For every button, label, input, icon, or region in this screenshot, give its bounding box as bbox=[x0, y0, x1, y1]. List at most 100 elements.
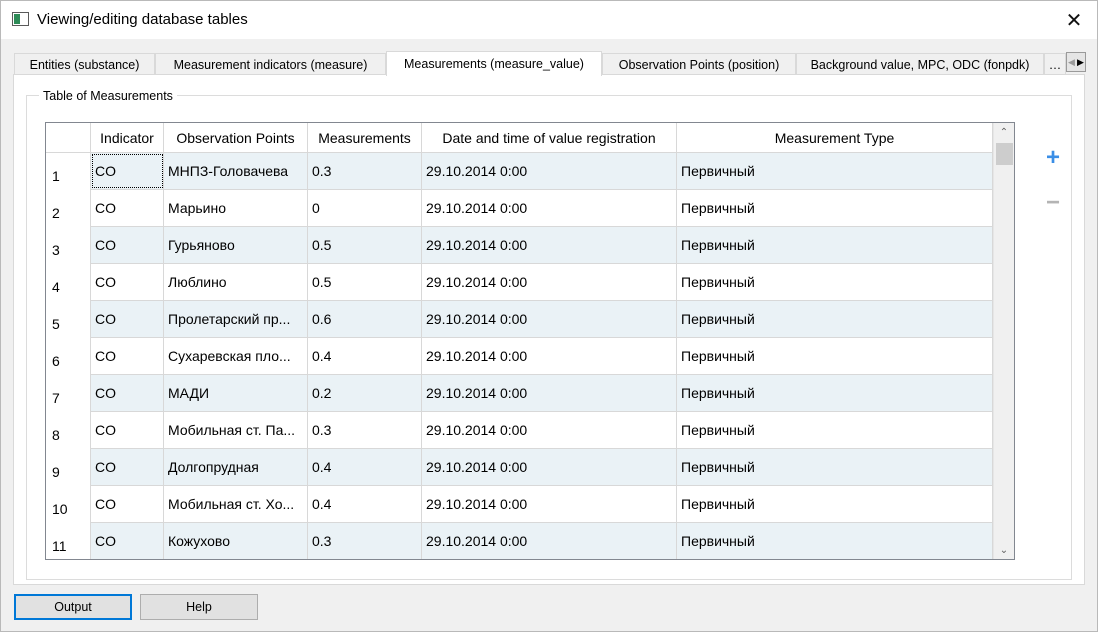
row-number[interactable]: 11 bbox=[46, 523, 91, 559]
cell-measurement-type[interactable]: Первичный bbox=[677, 412, 993, 448]
row-number[interactable]: 8 bbox=[46, 412, 91, 449]
cell-measurement-type[interactable]: Первичный bbox=[677, 190, 993, 226]
cell-measurement-type[interactable]: Первичный bbox=[677, 153, 993, 189]
cell-measurement[interactable]: 0.3 bbox=[308, 153, 422, 189]
cell-observation-point[interactable]: Марьино bbox=[164, 190, 308, 226]
cell-measurement-type[interactable]: Первичный bbox=[677, 375, 993, 411]
column-header-indicator[interactable]: Indicator bbox=[91, 123, 164, 153]
cell-measurement[interactable]: 0.3 bbox=[308, 523, 422, 559]
row-number[interactable]: 10 bbox=[46, 486, 91, 523]
cell-datetime[interactable]: 29.10.2014 0:00 bbox=[422, 523, 677, 559]
cell-observation-point[interactable]: Мобильная ст. Хо... bbox=[164, 486, 308, 522]
cell-indicator[interactable]: CO bbox=[91, 449, 164, 485]
cell-measurement-type[interactable]: Первичный bbox=[677, 523, 993, 559]
help-button[interactable]: Help bbox=[140, 594, 258, 620]
scroll-up-icon[interactable]: ⌃ bbox=[994, 123, 1014, 141]
cell-observation-point[interactable]: Долгопрудная bbox=[164, 449, 308, 485]
table-vertical-scrollbar[interactable]: ⌃ ⌄ bbox=[993, 123, 1014, 559]
table-row[interactable]: 10 CO Мобильная ст. Хо... 0.4 29.10.2014 0:0… bbox=[46, 486, 993, 523]
close-button[interactable]: ✕ bbox=[1051, 1, 1097, 39]
table-row[interactable]: 4 CO Люблино 0.5 29.10.2014 0:00 Первичный bbox=[46, 264, 993, 301]
cell-measurement[interactable]: 0.6 bbox=[308, 301, 422, 337]
cell-measurement[interactable]: 0.3 bbox=[308, 412, 422, 448]
cell-observation-point[interactable]: МНПЗ-Головачева bbox=[164, 153, 308, 189]
cell-observation-point[interactable]: МАДИ bbox=[164, 375, 308, 411]
cell-observation-point[interactable]: Кожухово bbox=[164, 523, 308, 559]
table-row[interactable]: 6 CO Сухаревская пло... 0.4 29.10.2014 0:00 П… bbox=[46, 338, 993, 375]
cell-measurement[interactable]: 0.2 bbox=[308, 375, 422, 411]
table-row[interactable]: 9 CO Долгопрудная 0.4 29.10.2014 0:00 Первичн… bbox=[46, 449, 993, 486]
cell-measurement[interactable]: 0 bbox=[308, 190, 422, 226]
table-row[interactable]: 11 CO Кожухово 0.3 29.10.2014 0:00 Первичный bbox=[46, 523, 993, 559]
cell-datetime[interactable]: 29.10.2014 0:00 bbox=[422, 190, 677, 226]
cell-indicator[interactable]: CO bbox=[91, 375, 164, 411]
add-row-button[interactable]: + bbox=[1041, 144, 1065, 171]
row-number[interactable]: 4 bbox=[46, 264, 91, 301]
table-row[interactable]: 8 CO Мобильная ст. Па... 0.3 29.10.2014 0:00… bbox=[46, 412, 993, 449]
tab-overflow[interactable]: … bbox=[1044, 53, 1066, 75]
cell-observation-point[interactable]: Сухаревская пло... bbox=[164, 338, 308, 374]
cell-measurement-type[interactable]: Первичный bbox=[677, 486, 993, 522]
cell-datetime[interactable]: 29.10.2014 0:00 bbox=[422, 301, 677, 337]
column-header-observation-points[interactable]: Observation Points bbox=[164, 123, 308, 153]
column-header-measurements[interactable]: Measurements bbox=[308, 123, 422, 153]
cell-datetime[interactable]: 29.10.2014 0:00 bbox=[422, 449, 677, 485]
scroll-down-icon[interactable]: ⌄ bbox=[994, 541, 1014, 559]
row-number[interactable]: 9 bbox=[46, 449, 91, 486]
cell-measurement-type[interactable]: Первичный bbox=[677, 264, 993, 300]
tab-entities[interactable]: Entities (substance) bbox=[14, 53, 155, 75]
cell-indicator[interactable]: CO bbox=[91, 412, 164, 448]
row-number[interactable]: 1 bbox=[46, 153, 91, 190]
row-number[interactable]: 5 bbox=[46, 301, 91, 338]
cell-measurement[interactable]: 0.4 bbox=[308, 338, 422, 374]
remove-row-button[interactable]: − bbox=[1041, 189, 1065, 216]
cell-indicator[interactable]: CO bbox=[91, 153, 164, 189]
cell-measurement[interactable]: 0.4 bbox=[308, 449, 422, 485]
output-button[interactable]: Output bbox=[14, 594, 132, 620]
table-row[interactable]: 5 CO Пролетарский пр... 0.6 29.10.2014 0:00 П… bbox=[46, 301, 993, 338]
header-corner[interactable] bbox=[46, 123, 91, 153]
row-number[interactable]: 7 bbox=[46, 375, 91, 412]
table-row[interactable]: 1 CO МНПЗ-Головачева 0.3 29.10.2014 0:00 Перв… bbox=[46, 153, 993, 190]
cell-indicator[interactable]: CO bbox=[91, 227, 164, 263]
column-header-measurement-type[interactable]: Measurement Type bbox=[677, 123, 993, 153]
cell-indicator[interactable]: CO bbox=[91, 486, 164, 522]
cell-datetime[interactable]: 29.10.2014 0:00 bbox=[422, 338, 677, 374]
cell-indicator[interactable]: CO bbox=[91, 301, 164, 337]
tab-scroll-left-icon[interactable]: ◀ bbox=[1067, 53, 1076, 71]
cell-observation-point[interactable]: Люблино bbox=[164, 264, 308, 300]
scrollbar-thumb[interactable] bbox=[996, 143, 1013, 165]
cell-measurement-type[interactable]: Первичный bbox=[677, 338, 993, 374]
table-row[interactable]: 2 CO Марьино 0 29.10.2014 0:00 Первичный bbox=[46, 190, 993, 227]
tab-scroll-right-icon[interactable]: ▶ bbox=[1076, 53, 1085, 71]
cell-indicator[interactable]: CO bbox=[91, 523, 164, 559]
cell-measurement[interactable]: 0.5 bbox=[308, 227, 422, 263]
cell-observation-point[interactable]: Гурьяново bbox=[164, 227, 308, 263]
cell-indicator[interactable]: CO bbox=[91, 190, 164, 226]
cell-indicator[interactable]: CO bbox=[91, 264, 164, 300]
tab-measurement-indicators[interactable]: Measurement indicators (measure) bbox=[155, 53, 386, 75]
cell-observation-point[interactable]: Мобильная ст. Па... bbox=[164, 412, 308, 448]
cell-measurement-type[interactable]: Первичный bbox=[677, 227, 993, 263]
table-row[interactable]: 3 CO Гурьяново 0.5 29.10.2014 0:00 Первичный bbox=[46, 227, 993, 264]
tab-observation-points[interactable]: Observation Points (position) bbox=[602, 53, 796, 75]
row-number[interactable]: 6 bbox=[46, 338, 91, 375]
tab-measurements[interactable]: Measurements (measure_value) bbox=[386, 51, 602, 76]
cell-datetime[interactable]: 29.10.2014 0:00 bbox=[422, 375, 677, 411]
cell-measurement[interactable]: 0.4 bbox=[308, 486, 422, 522]
cell-observation-point[interactable]: Пролетарский пр... bbox=[164, 301, 308, 337]
cell-datetime[interactable]: 29.10.2014 0:00 bbox=[422, 264, 677, 300]
table-row[interactable]: 7 CO МАДИ 0.2 29.10.2014 0:00 Первичный bbox=[46, 375, 993, 412]
cell-datetime[interactable]: 29.10.2014 0:00 bbox=[422, 227, 677, 263]
cell-measurement-type[interactable]: Первичный bbox=[677, 449, 993, 485]
cell-datetime[interactable]: 29.10.2014 0:00 bbox=[422, 486, 677, 522]
cell-indicator[interactable]: CO bbox=[91, 338, 164, 374]
tab-background-value[interactable]: Background value, MPC, ODC (fonpdk) bbox=[796, 53, 1044, 75]
column-header-datetime[interactable]: Date and time of value registration bbox=[422, 123, 677, 153]
cell-measurement[interactable]: 0.5 bbox=[308, 264, 422, 300]
cell-measurement-type[interactable]: Первичный bbox=[677, 301, 993, 337]
row-number[interactable]: 2 bbox=[46, 190, 91, 227]
cell-datetime[interactable]: 29.10.2014 0:00 bbox=[422, 412, 677, 448]
row-number[interactable]: 3 bbox=[46, 227, 91, 264]
cell-datetime[interactable]: 29.10.2014 0:00 bbox=[422, 153, 677, 189]
